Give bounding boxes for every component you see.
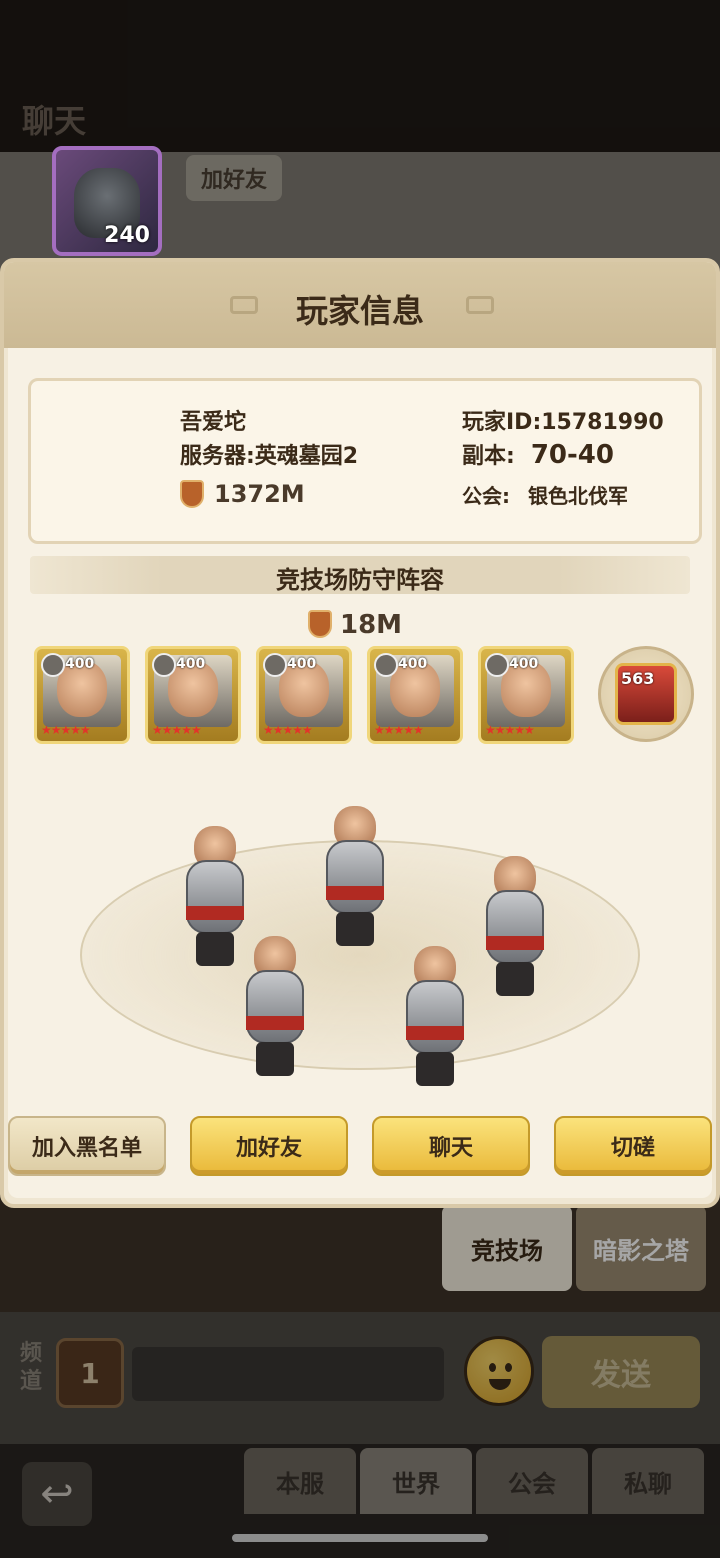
hero-model-body (246, 970, 304, 1044)
hero-model-belt (486, 936, 544, 950)
side-tabs: 竞技场 暗影之塔 (442, 1205, 706, 1291)
top-bar (0, 0, 720, 152)
hero-stars: ★★★★★ (263, 723, 313, 737)
add-friend-button[interactable]: 加好友 (190, 1116, 348, 1176)
hero-card[interactable]: 400 ★★★★★ (256, 646, 352, 744)
player-id: 玩家ID:15781990 (462, 404, 664, 436)
hero-card[interactable]: 400 ★★★★★ (145, 646, 241, 744)
back-arrow-icon[interactable]: ↩ (22, 1462, 92, 1526)
hero-model-belt (246, 1016, 304, 1030)
lineup-arena (60, 780, 660, 1110)
hero-model-legs (416, 1052, 454, 1086)
lineup-title: 竞技场防守阵容 (276, 566, 444, 594)
hero-model-belt (326, 886, 384, 900)
player-server: 服务器:英魂墓园2 (180, 444, 359, 469)
chat-add-friend-button[interactable]: 加好友 (186, 155, 282, 201)
player-name: 吾爱坨 (180, 410, 247, 435)
power-shield-icon (308, 610, 332, 638)
nav-tab-server[interactable]: 本服 (244, 1448, 356, 1514)
tab-shadow-tower[interactable]: 暗影之塔 (576, 1205, 706, 1291)
channel-number-button[interactable]: 1 (56, 1338, 124, 1408)
hero-model-legs (336, 912, 374, 946)
player-guild-value: 银色北伐军 (528, 484, 628, 508)
hero-stars: ★★★★★ (41, 723, 91, 737)
nav-tab-world[interactable]: 世界 (360, 1448, 472, 1514)
emoji-mouth (489, 1379, 511, 1390)
hero-model-belt (406, 1026, 464, 1040)
player-id-label: 玩家ID: (462, 410, 542, 435)
hero-model (470, 850, 560, 1000)
nav-tabs: 本服 世界 公会 私聊 (244, 1448, 704, 1514)
send-button[interactable]: 发送 (542, 1336, 700, 1408)
emoji-eye-left (489, 1363, 496, 1372)
hero-level: 400 (374, 653, 427, 677)
hero-model (390, 940, 480, 1090)
avatar-level: 240 (104, 223, 150, 248)
emoji-eye-right (505, 1363, 512, 1372)
hero-model-body (486, 890, 544, 964)
action-buttons: 加入黑名单 加好友 聊天 切磋 (8, 1116, 712, 1176)
player-dungeon-value: 70-40 (530, 440, 614, 470)
home-indicator[interactable] (232, 1534, 488, 1542)
player-dungeon-label: 副本: (462, 444, 515, 469)
hero-card[interactable]: 400 ★★★★★ (478, 646, 574, 744)
hero-model-body (326, 840, 384, 914)
nav-tab-private[interactable]: 私聊 (592, 1448, 704, 1514)
power-shield-icon (180, 480, 204, 508)
hero-model (310, 800, 400, 950)
hero-card[interactable]: 400 ★★★★★ (367, 646, 463, 744)
hero-level: 400 (152, 653, 205, 677)
hero-model-legs (496, 962, 534, 996)
player-dungeon: 副本: 70-40 (462, 438, 614, 470)
player-avatar[interactable]: 240 (52, 146, 162, 256)
pet-level: 563 (621, 669, 655, 688)
spar-button[interactable]: 切磋 (554, 1116, 712, 1176)
dialog-header: 玩家信息 (4, 262, 716, 348)
hero-model (230, 930, 320, 1080)
hero-list: 400 ★★★★★ 400 ★★★★★ 400 ★★★★★ 400 ★★★★★ … (34, 646, 594, 746)
channel-label: 频道 (20, 1341, 43, 1394)
hero-card[interactable]: 400 ★★★★★ (34, 646, 130, 744)
hero-stars: ★★★★★ (152, 723, 202, 737)
lineup-power-value: 18M (340, 610, 403, 640)
hero-model-body (406, 980, 464, 1054)
chat-button[interactable]: 聊天 (372, 1116, 530, 1176)
player-guild-label: 公会: (462, 484, 510, 508)
hero-level: 400 (41, 653, 94, 677)
player-id-value: 15781990 (541, 410, 664, 435)
player-power-value: 1372M (214, 480, 305, 508)
hero-stars: ★★★★★ (485, 723, 535, 737)
hero-level: 400 (485, 653, 538, 677)
hero-model-belt (186, 906, 244, 920)
hero-model-body (186, 860, 244, 934)
nav-tab-guild[interactable]: 公会 (476, 1448, 588, 1514)
blacklist-button[interactable]: 加入黑名单 (8, 1116, 166, 1176)
tab-arena[interactable]: 竞技场 (442, 1205, 572, 1291)
hero-model-legs (256, 1042, 294, 1076)
player-guild: 公会: 银色北伐军 (462, 480, 628, 509)
pet-card[interactable]: 563 (598, 646, 694, 742)
hero-model-legs (196, 932, 234, 966)
dialog-title: 玩家信息 (295, 292, 424, 330)
hero-stars: ★★★★★ (374, 723, 424, 737)
screen-title: 聊天 (22, 102, 87, 140)
chat-input[interactable] (132, 1347, 444, 1401)
emoji-icon[interactable] (464, 1336, 534, 1406)
hero-level: 400 (263, 653, 316, 677)
